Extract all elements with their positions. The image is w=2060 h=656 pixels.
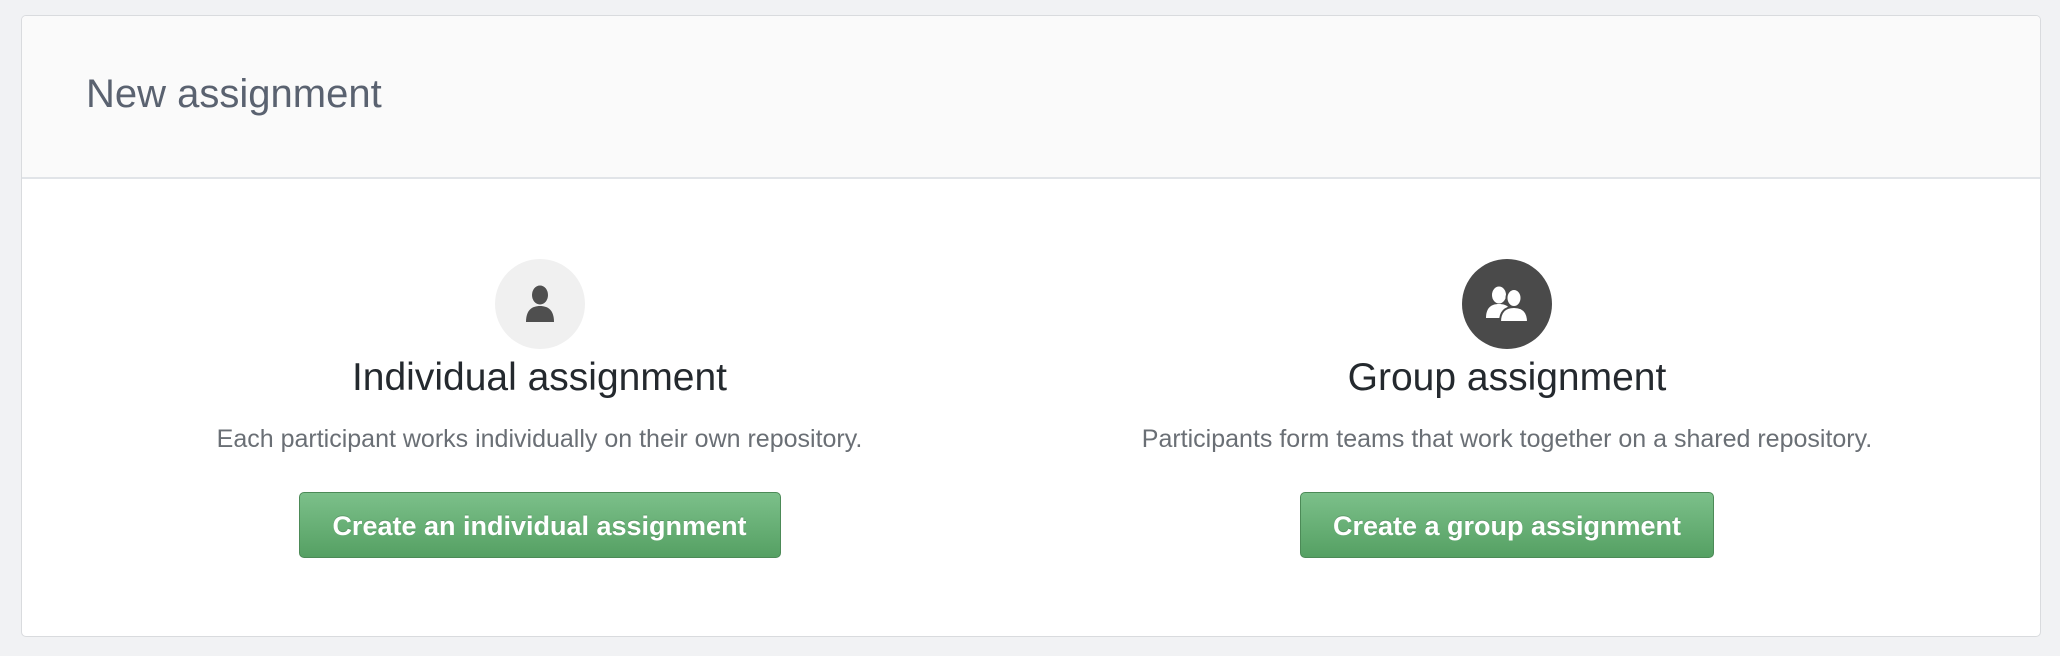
- individual-assignment-description: Each participant works individually on t…: [216, 424, 863, 453]
- group-assignment-description: Participants form teams that work togeth…: [1141, 424, 1873, 453]
- new-assignment-panel: New assignment Individual assignment Eac…: [21, 15, 2041, 637]
- page-title: New assignment: [86, 72, 382, 116]
- create-group-assignment-button[interactable]: Create a group assignment: [1300, 491, 1714, 558]
- individual-assignment-title: Individual assignment: [351, 356, 728, 399]
- group-assignment-title: Group assignment: [1347, 356, 1667, 399]
- panel-body: Individual assignment Each participant w…: [22, 179, 2040, 636]
- people-icon: [1462, 259, 1552, 349]
- individual-assignment-option: Individual assignment Each participant w…: [22, 179, 1057, 558]
- create-individual-assignment-button[interactable]: Create an individual assignment: [298, 491, 781, 558]
- person-icon: [494, 259, 585, 349]
- group-assignment-option: Group assignment Participants form teams…: [932, 179, 2040, 558]
- panel-header: New assignment: [22, 16, 2040, 179]
